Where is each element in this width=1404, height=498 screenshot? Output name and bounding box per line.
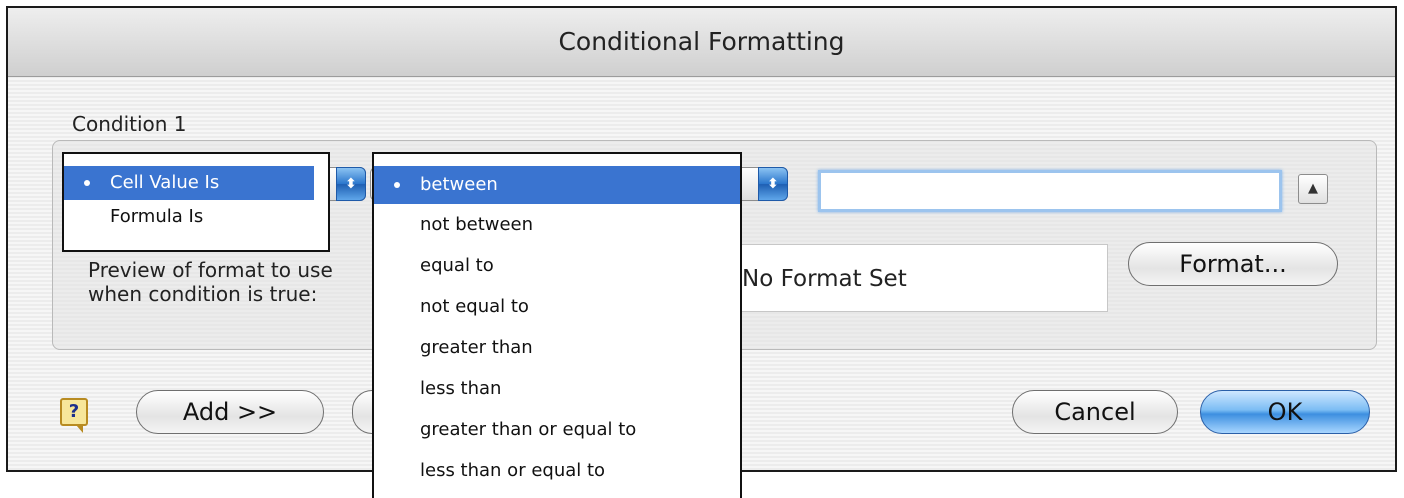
cancel-button[interactable]: Cancel [1012,390,1178,434]
selected-dot-icon [394,182,400,188]
condition-1-label: Condition 1 [72,112,187,136]
format-button[interactable]: Format... [1128,242,1338,286]
menu-item-label: Cell Value Is [110,172,220,193]
menu-item-label: equal to [420,255,494,276]
menu-item-equal-to[interactable]: equal to [374,245,740,286]
menu-item-greater-than-or-equal-to[interactable]: greater than or equal to [374,409,740,450]
menu-item-cell-value-is[interactable]: Cell Value Is [64,166,314,200]
menu-item-label: not equal to [420,296,529,317]
menu-item-not-equal-to[interactable]: not equal to [374,286,740,327]
popup-stepper-icon: ⬍ [336,167,366,201]
menu-item-label: greater than or equal to [420,419,637,440]
help-icon[interactable]: ? [60,398,88,433]
dialog-title: Conditional Formatting [558,27,845,56]
format-preview-text: No Format Set [742,266,907,292]
operator-menu: between not between equal to not equal t… [372,152,742,498]
menu-item-label: Formula Is [110,206,204,227]
value-field[interactable] [818,170,1282,212]
menu-item-label: less than [420,378,502,399]
menu-item-between[interactable]: between [374,166,740,204]
preview-label-line2: when condition is true: [88,282,318,306]
title-bar[interactable]: Conditional Formatting [8,8,1395,77]
menu-item-not-between[interactable]: not between [374,204,740,245]
menu-item-less-than-or-equal-to[interactable]: less than or equal to [374,450,740,491]
menu-item-formula-is[interactable]: Formula Is [64,200,328,234]
ok-button[interactable]: OK [1200,390,1370,434]
preview-label-line1: Preview of format to use [88,258,333,282]
popup-stepper-icon: ⬍ [758,167,788,201]
selected-dot-icon [84,180,90,186]
add-button[interactable]: Add >> [136,390,324,434]
collapse-icon: ▲ [1308,181,1318,196]
condition-type-menu: Cell Value Is Formula Is [62,152,330,252]
menu-item-less-than[interactable]: less than [374,368,740,409]
collapse-dialog-button[interactable]: ▲ [1298,174,1328,204]
menu-item-label: between [420,174,498,195]
menu-item-label: not between [420,214,534,235]
menu-item-label: less than or equal to [420,460,606,481]
menu-item-label: greater than [420,337,533,358]
menu-item-greater-than[interactable]: greater than [374,327,740,368]
preview-label: Preview of format to use when condition … [88,258,333,306]
